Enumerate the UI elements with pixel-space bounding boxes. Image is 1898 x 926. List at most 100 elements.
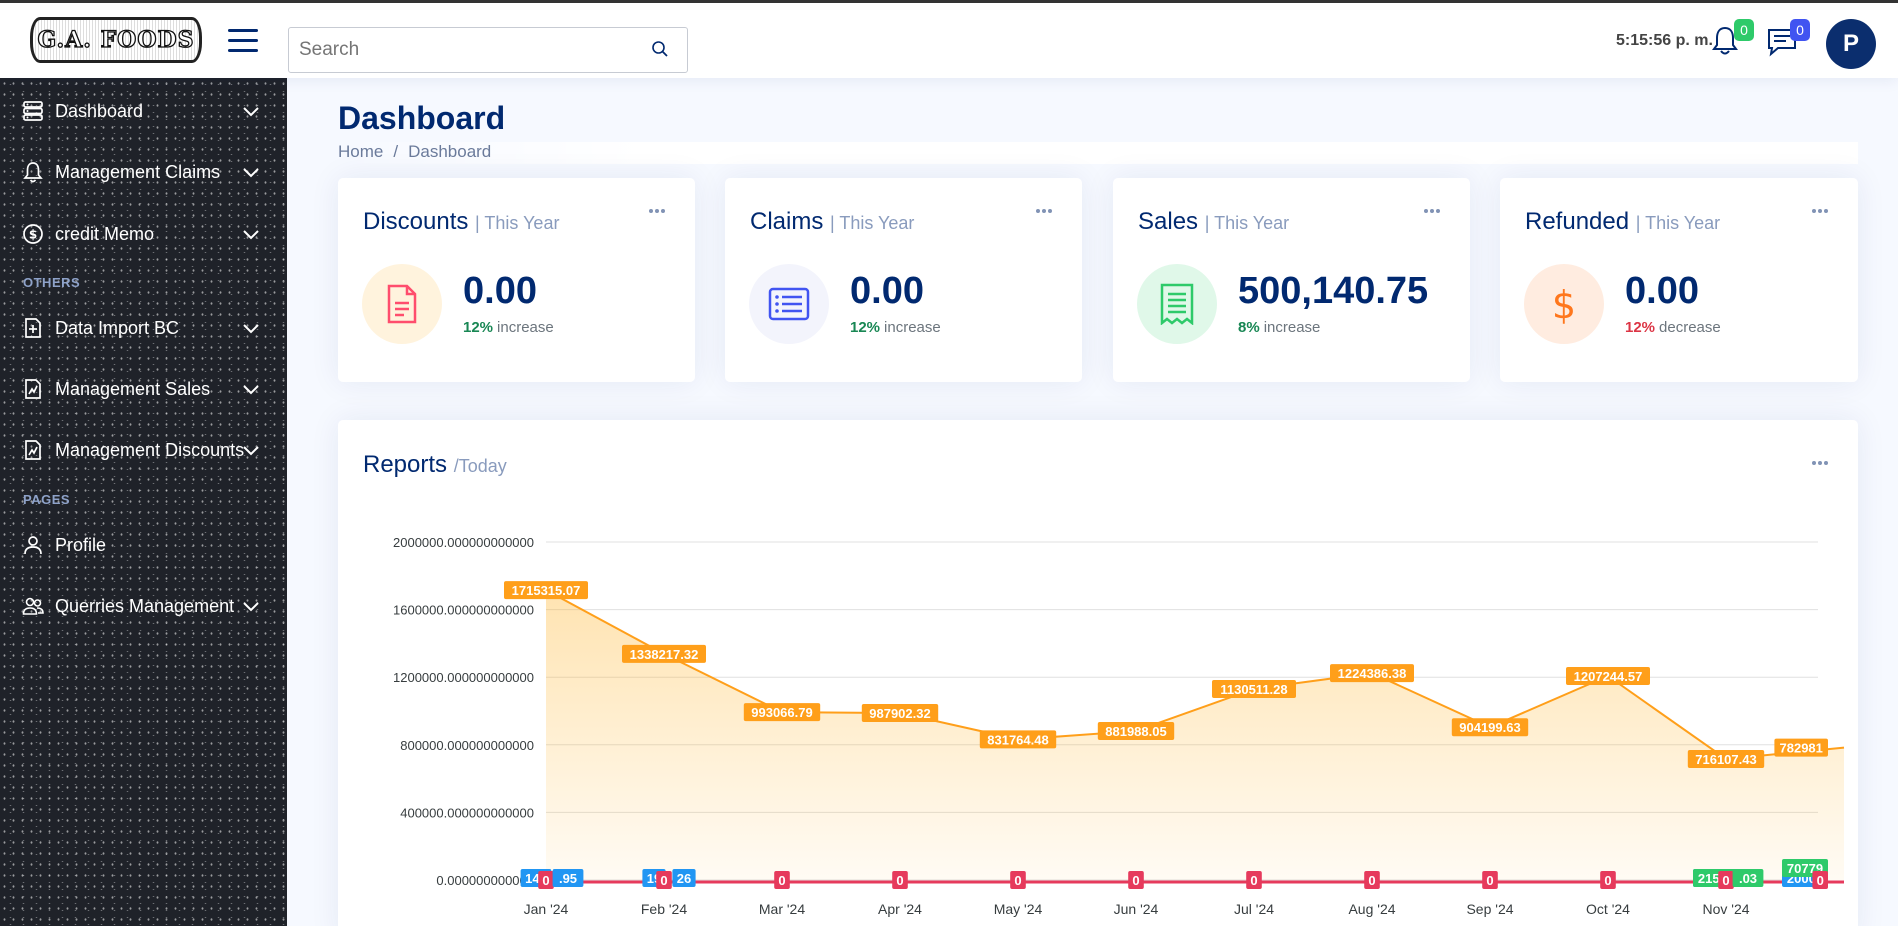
svg-text:$: $	[1552, 283, 1576, 326]
receipt-icon	[1160, 283, 1194, 325]
card-period: | This Year	[830, 213, 915, 233]
card-delta-trend: increase	[884, 319, 941, 336]
notifications-button[interactable]: 0	[1710, 19, 1754, 61]
data-label: 782981	[1780, 741, 1823, 756]
y-tick-label: 1200000.000000000000	[393, 670, 534, 685]
card-value: 500,140.75	[1238, 270, 1429, 312]
x-tick-label: Aug '24	[1348, 901, 1395, 917]
y-tick-label: 2000000.000000000000	[393, 535, 534, 550]
clock-time: 5:15:56 p. m.	[1616, 32, 1713, 49]
card-delta: 12% decrease	[1625, 319, 1721, 336]
card-value: 0.00	[463, 270, 537, 312]
sidebar-heading-others: OTHERS	[23, 275, 81, 290]
data-label: 716107.43	[1695, 752, 1756, 767]
card-title-text: Refunded	[1525, 208, 1630, 235]
dollar-circle-icon: $	[23, 224, 43, 244]
messages-count-badge: 0	[1790, 19, 1810, 41]
file-chart-icon	[25, 379, 41, 399]
data-label: 993066.79	[751, 705, 812, 720]
sidebar-item-dashboard[interactable]: Dashboard	[0, 89, 287, 133]
data-label: 0	[1817, 873, 1824, 888]
data-label: 0	[1486, 873, 1493, 888]
data-label: 0	[660, 873, 667, 888]
search-input[interactable]	[289, 28, 629, 72]
breadcrumb-home-link[interactable]: Home	[338, 142, 383, 161]
logo-text: G.A. FOODS	[37, 26, 195, 53]
data-label: 0	[1250, 873, 1257, 888]
sidebar-item-label: Profile	[55, 535, 107, 555]
card-title: Sales | This Year	[1138, 208, 1289, 236]
page-title: Dashboard	[338, 100, 506, 136]
reports-area-chart: 2000000.000000000000 1600000.000000000000…	[393, 535, 1845, 917]
chevron-down-icon	[243, 602, 259, 612]
sidebar-item-label: credit Memo	[55, 224, 155, 244]
data-label: 1338217.32	[630, 647, 699, 662]
top-header: G.A. FOODS 5:15:56 p. m. 0 0 P	[0, 0, 1898, 78]
sidebar-item-management-sales[interactable]: Management Sales	[0, 367, 287, 411]
card-delta-trend: increase	[1263, 319, 1321, 336]
reports-card: Reports /Today 2000000.000000000000 16000…	[338, 420, 1858, 926]
card-delta-trend: decrease	[1659, 319, 1721, 336]
chevron-down-icon	[243, 230, 259, 240]
people-icon	[22, 597, 44, 615]
more-options-icon[interactable]	[1812, 200, 1832, 213]
card-icon-circle: $	[1524, 264, 1604, 344]
card-period: | This Year	[1204, 213, 1290, 233]
sidebar-item-management-discounts[interactable]: Management Discounts	[0, 428, 287, 472]
data-label: .95	[559, 871, 577, 886]
menu-toggle-icon[interactable]	[228, 29, 258, 53]
sidebar-item-management-claims[interactable]: Management Claims	[0, 150, 287, 194]
card-delta-percent: 12%	[463, 319, 494, 336]
more-options-icon[interactable]	[1424, 200, 1444, 213]
user-avatar[interactable]: P	[1826, 19, 1876, 69]
card-period: | This Year	[1635, 213, 1721, 233]
sidebar-item-label: Management Discounts	[55, 440, 245, 460]
data-label: 904199.63	[1459, 720, 1520, 735]
sidebar-item-querries-management[interactable]: Querries Management	[0, 584, 287, 628]
more-options-icon[interactable]	[649, 200, 669, 213]
server-icon	[23, 101, 43, 121]
x-tick-label: Jan '24	[524, 901, 569, 917]
x-tick-label: Mar '24	[759, 901, 805, 917]
card-discounts: Discounts | This Year 0.00 12% increase	[338, 178, 695, 382]
x-tick-label: May '24	[994, 901, 1043, 917]
x-tick-label: Nov '24	[1702, 901, 1749, 917]
x-tick-label: Sep '24	[1466, 901, 1513, 917]
card-value: 0.00	[1625, 270, 1699, 312]
more-options-icon[interactable]	[1036, 200, 1056, 213]
x-tick-label: Jun '24	[1114, 901, 1159, 917]
x-tick-label: Apr '24	[878, 901, 922, 917]
card-value: 0.00	[850, 270, 924, 312]
chevron-down-icon	[243, 324, 259, 334]
card-delta-percent: 8%	[1238, 319, 1260, 336]
sidebar: Dashboard Management Claims $ credit Mem…	[0, 78, 287, 926]
breadcrumb-current: Dashboard	[408, 142, 492, 161]
y-tick-label: 400000.000000000000	[400, 805, 534, 820]
card-title-text: Discounts	[363, 208, 469, 235]
company-logo[interactable]: G.A. FOODS	[30, 17, 202, 63]
messages-button[interactable]: 0	[1766, 19, 1810, 61]
data-label: 0	[778, 873, 785, 888]
sidebar-item-profile[interactable]: Profile	[0, 523, 287, 567]
y-tick-label: 800000.000000000000	[400, 738, 534, 753]
card-title-text: Claims	[750, 208, 824, 235]
data-label: 831764.48	[987, 732, 1048, 747]
search-bar	[288, 27, 688, 73]
chevron-down-icon	[243, 385, 259, 395]
x-tick-label: Feb '24	[641, 901, 687, 917]
card-icon-circle	[749, 264, 829, 344]
card-claims: Claims | This Year 0.00 12% increase	[725, 178, 1082, 382]
data-label: 0	[1132, 873, 1139, 888]
search-icon[interactable]	[651, 40, 669, 63]
sidebar-item-data-import-bc[interactable]: Data Import BC	[0, 306, 287, 350]
series-area-fill	[546, 590, 1844, 880]
y-tick-label: 0.000000000000	[436, 873, 534, 888]
data-label: 0	[1604, 873, 1611, 888]
document-icon	[387, 284, 417, 324]
card-delta-percent: 12%	[1625, 319, 1656, 336]
sidebar-item-credit-memo[interactable]: $ credit Memo	[0, 212, 287, 256]
sidebar-item-label: Management Sales	[55, 379, 211, 399]
card-period: | This Year	[475, 213, 560, 233]
card-title: Discounts | This Year	[363, 208, 559, 236]
chevron-down-icon	[243, 168, 259, 178]
